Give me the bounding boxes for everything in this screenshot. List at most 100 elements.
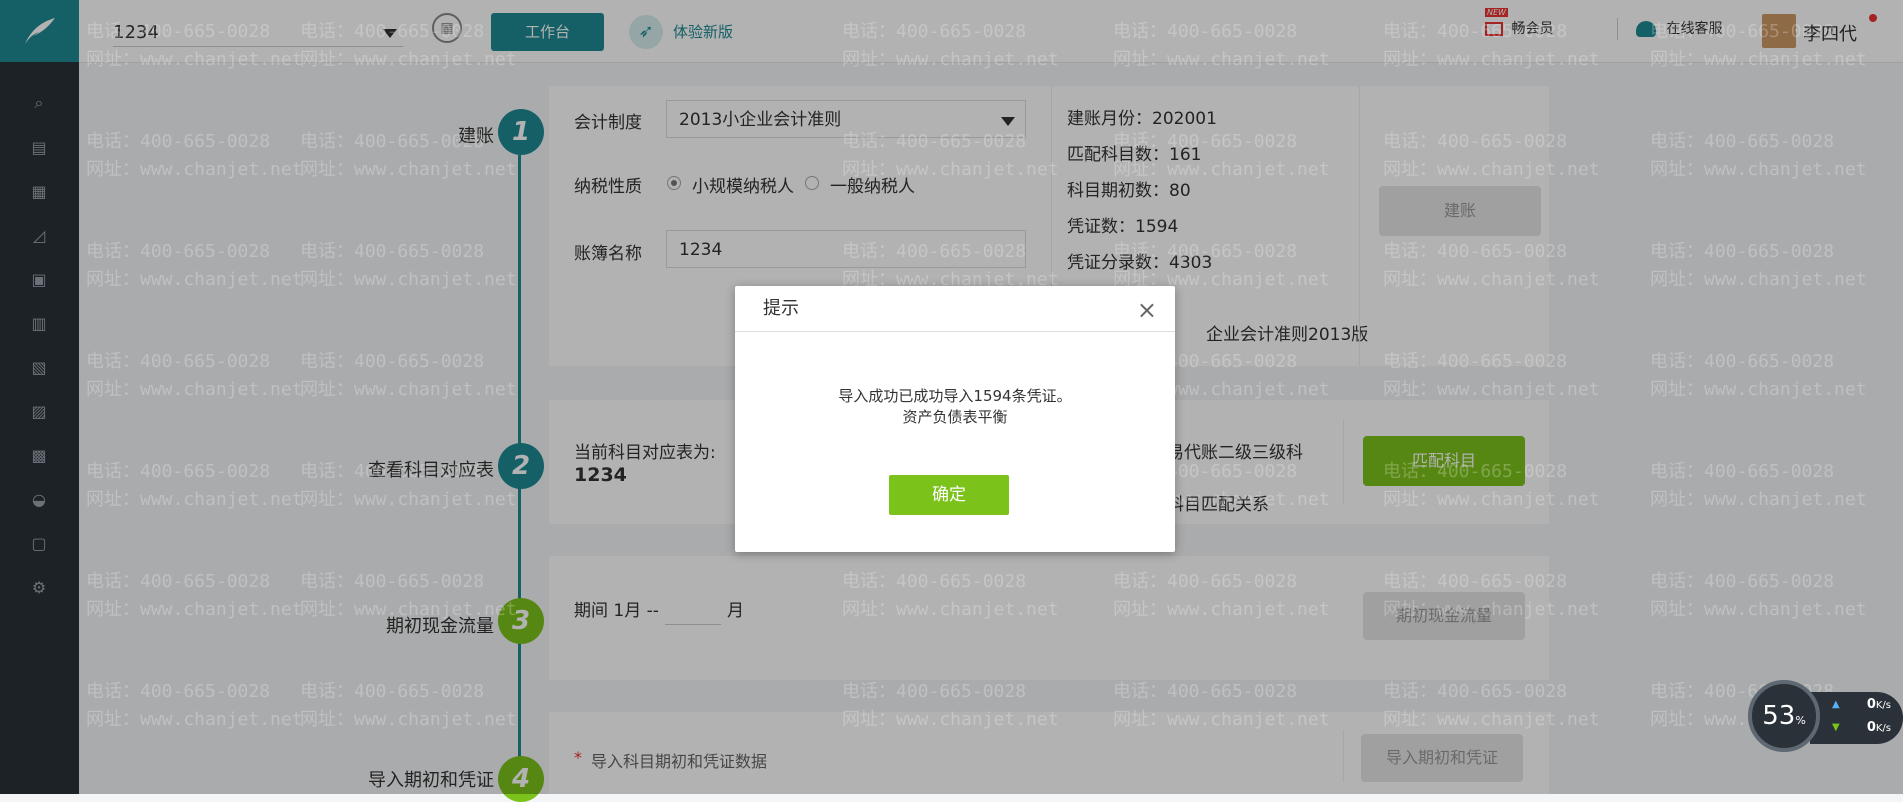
watermark-tile: 电话：400-665-0028 网址：www.chanjet.net (1113, 18, 1330, 74)
watermark-site: 网址：www.chanjet.net (842, 159, 1059, 180)
watermark-tile: 电话：400-665-0028 网址：www.chanjet.net (300, 568, 517, 624)
close-icon[interactable]: × (1137, 296, 1157, 324)
watermark-phone: 电话：400-665-0028 (842, 571, 1027, 592)
watermark-phone: 电话：400-665-0028 (86, 681, 271, 702)
watermark-phone: 电话：400-665-0028 (842, 21, 1027, 42)
watermark-tile: 电话：400-665-0028 网址：www.chanjet.net (1650, 18, 1867, 74)
watermark-site: 网址：www.chanjet.net (86, 49, 303, 70)
watermark-phone: 电话：400-665-0028 (1113, 131, 1298, 152)
watermark-phone: 电话：400-665-0028 (1383, 21, 1568, 42)
watermark-tile: 电话：400-665-0028 网址：www.chanjet.net (1383, 348, 1600, 404)
upload-arrow-icon: ▲ (1832, 699, 1840, 710)
percent-unit: % (1795, 714, 1806, 727)
watermark-tile: 电话：400-665-0028 网址：www.chanjet.net (86, 128, 303, 184)
watermark-site: 网址：www.chanjet.net (1650, 159, 1867, 180)
watermark-site: 网址：www.chanjet.net (86, 489, 303, 510)
network-speed-widget[interactable]: ▲ 0K/s ▼ 0K/s 53% (1748, 680, 1903, 755)
watermark-tile: 电话：400-665-0028 网址：www.chanjet.net (86, 678, 303, 734)
watermark-phone: 电话：400-665-0028 (86, 241, 271, 262)
watermark-tile: 电话：400-665-0028 网址：www.chanjet.net (300, 458, 517, 514)
watermark-site: 网址：www.chanjet.net (86, 159, 303, 180)
watermark-phone: 电话：400-665-0028 (842, 681, 1027, 702)
watermark-site: 网址：www.chanjet.net (86, 379, 303, 400)
watermark-phone: 电话：400-665-0028 (842, 131, 1027, 152)
watermark-tile: 电话：400-665-0028 网址：www.chanjet.net (1383, 18, 1600, 74)
watermark-site: 网址：www.chanjet.net (86, 599, 303, 620)
watermark-tile: 电话：400-665-0028 网址：www.chanjet.net (1650, 568, 1867, 624)
watermark-tile: 电话：400-665-0028 网址：www.chanjet.net (842, 128, 1059, 184)
watermark-phone: 电话：400-665-0028 (300, 351, 485, 372)
watermark-tile: 电话：400-665-0028 网址：www.chanjet.net (300, 238, 517, 294)
watermark-site: 网址：www.chanjet.net (300, 599, 517, 620)
alert-dialog: 提示 × 导入成功已成功导入1594条凭证。 资产负债表平衡 确定 (735, 286, 1175, 552)
watermark-site: 网址：www.chanjet.net (1383, 599, 1600, 620)
watermark-site: 网址：www.chanjet.net (300, 49, 517, 70)
dialog-message: 导入成功已成功导入1594条凭证。 资产负债表平衡 (735, 386, 1175, 428)
watermark-phone: 电话：400-665-0028 (1113, 21, 1298, 42)
watermark-site: 网址：www.chanjet.net (300, 269, 517, 290)
watermark-phone: 电话：400-665-0028 (1383, 571, 1568, 592)
watermark-site: 网址：www.chanjet.net (86, 709, 303, 730)
watermark-phone: 电话：400-665-0028 (1113, 571, 1298, 592)
watermark-tile: 电话：400-665-0028 网址：www.chanjet.net (1650, 348, 1867, 404)
watermark-tile: 电话：400-665-0028 网址：www.chanjet.net (86, 568, 303, 624)
watermark-site: 网址：www.chanjet.net (1383, 159, 1600, 180)
watermark-tile: 电话：400-665-0028 网址：www.chanjet.net (86, 458, 303, 514)
watermark-tile: 电话：400-665-0028 网址：www.chanjet.net (1113, 678, 1330, 734)
watermark-site: 网址：www.chanjet.net (1650, 379, 1867, 400)
watermark-tile: 电话：400-665-0028 网址：www.chanjet.net (1650, 458, 1867, 514)
watermark-phone: 电话：400-665-0028 (1383, 241, 1568, 262)
watermark-tile: 电话：400-665-0028 网址：www.chanjet.net (86, 18, 303, 74)
watermark-site: 网址：www.chanjet.net (300, 159, 517, 180)
watermark-phone: 电话：400-665-0028 (86, 351, 271, 372)
watermark-phone: 电话：400-665-0028 (1650, 241, 1835, 262)
dialog-message-line-1: 导入成功已成功导入1594条凭证。 (838, 387, 1072, 405)
watermark-tile: 电话：400-665-0028 网址：www.chanjet.net (1650, 128, 1867, 184)
watermark-site: 网址：www.chanjet.net (1383, 49, 1600, 70)
watermark-site: 网址：www.chanjet.net (1383, 269, 1600, 290)
watermark-site: 网址：www.chanjet.net (1650, 269, 1867, 290)
watermark-phone: 电话：400-665-0028 (86, 461, 271, 482)
watermark-site: 网址：www.chanjet.net (300, 489, 517, 510)
download-unit: K/s (1875, 723, 1891, 734)
watermark-tile: 电话：400-665-0028 网址：www.chanjet.net (86, 238, 303, 294)
watermark-tile: 电话：400-665-0028 网址：www.chanjet.net (86, 348, 303, 404)
watermark-site: 网址：www.chanjet.net (1650, 49, 1867, 70)
watermark-phone: 电话：400-665-0028 (1383, 461, 1568, 482)
watermark-tile: 电话：400-665-0028 网址：www.chanjet.net (1383, 128, 1600, 184)
watermark-phone: 电话：400-665-0028 (1113, 241, 1298, 262)
download-value: 0 (1866, 720, 1876, 735)
watermark-tile: 电话：400-665-0028 网址：www.chanjet.net (1650, 238, 1867, 294)
watermark-site: 网址：www.chanjet.net (1650, 489, 1867, 510)
watermark-phone: 电话：400-665-0028 (300, 681, 485, 702)
watermark-tile: 电话：400-665-0028 网址：www.chanjet.net (300, 678, 517, 734)
watermark-tile: 电话：400-665-0028 网址：www.chanjet.net (300, 18, 517, 74)
watermark-tile: 电话：400-665-0028 网址：www.chanjet.net (842, 568, 1059, 624)
watermark-tile: 电话：400-665-0028 网址：www.chanjet.net (1383, 238, 1600, 294)
watermark-phone: 电话：400-665-0028 (1383, 681, 1568, 702)
dialog-message-line-2: 资产负债表平衡 (902, 408, 1008, 426)
watermark-site: 网址：www.chanjet.net (300, 709, 517, 730)
watermark-site: 网址：www.chanjet.net (1113, 709, 1330, 730)
download-speed: 0K/s (1867, 720, 1891, 735)
watermark-site: 网址：www.chanjet.net (1113, 159, 1330, 180)
watermark-site: 网址：www.chanjet.net (1383, 379, 1600, 400)
watermark-tile: 电话：400-665-0028 网址：www.chanjet.net (842, 678, 1059, 734)
upload-speed: 0K/s (1867, 697, 1891, 712)
watermark-phone: 电话：400-665-0028 (300, 571, 485, 592)
watermark-tile: 电话：400-665-0028 网址：www.chanjet.net (1383, 678, 1600, 734)
watermark-site: 网址：www.chanjet.net (842, 599, 1059, 620)
watermark-phone: 电话：400-665-0028 (300, 131, 485, 152)
watermark-tile: 电话：400-665-0028 网址：www.chanjet.net (1113, 128, 1330, 184)
watermark-tile: 电话：400-665-0028 网址：www.chanjet.net (300, 128, 517, 184)
watermark-phone: 电话：400-665-0028 (86, 131, 271, 152)
watermark-site: 网址：www.chanjet.net (86, 269, 303, 290)
ok-button[interactable]: 确定 (889, 475, 1009, 515)
memory-usage-ring: 53% (1748, 680, 1820, 752)
speed-panel: ▲ 0K/s ▼ 0K/s (1810, 692, 1903, 744)
upload-value: 0 (1866, 697, 1876, 712)
watermark-phone: 电话：400-665-0028 (1650, 131, 1835, 152)
watermark-phone: 电话：400-665-0028 (1650, 21, 1835, 42)
dialog-title: 提示 (735, 286, 1175, 332)
watermark-phone: 电话：400-665-0028 (1113, 681, 1298, 702)
